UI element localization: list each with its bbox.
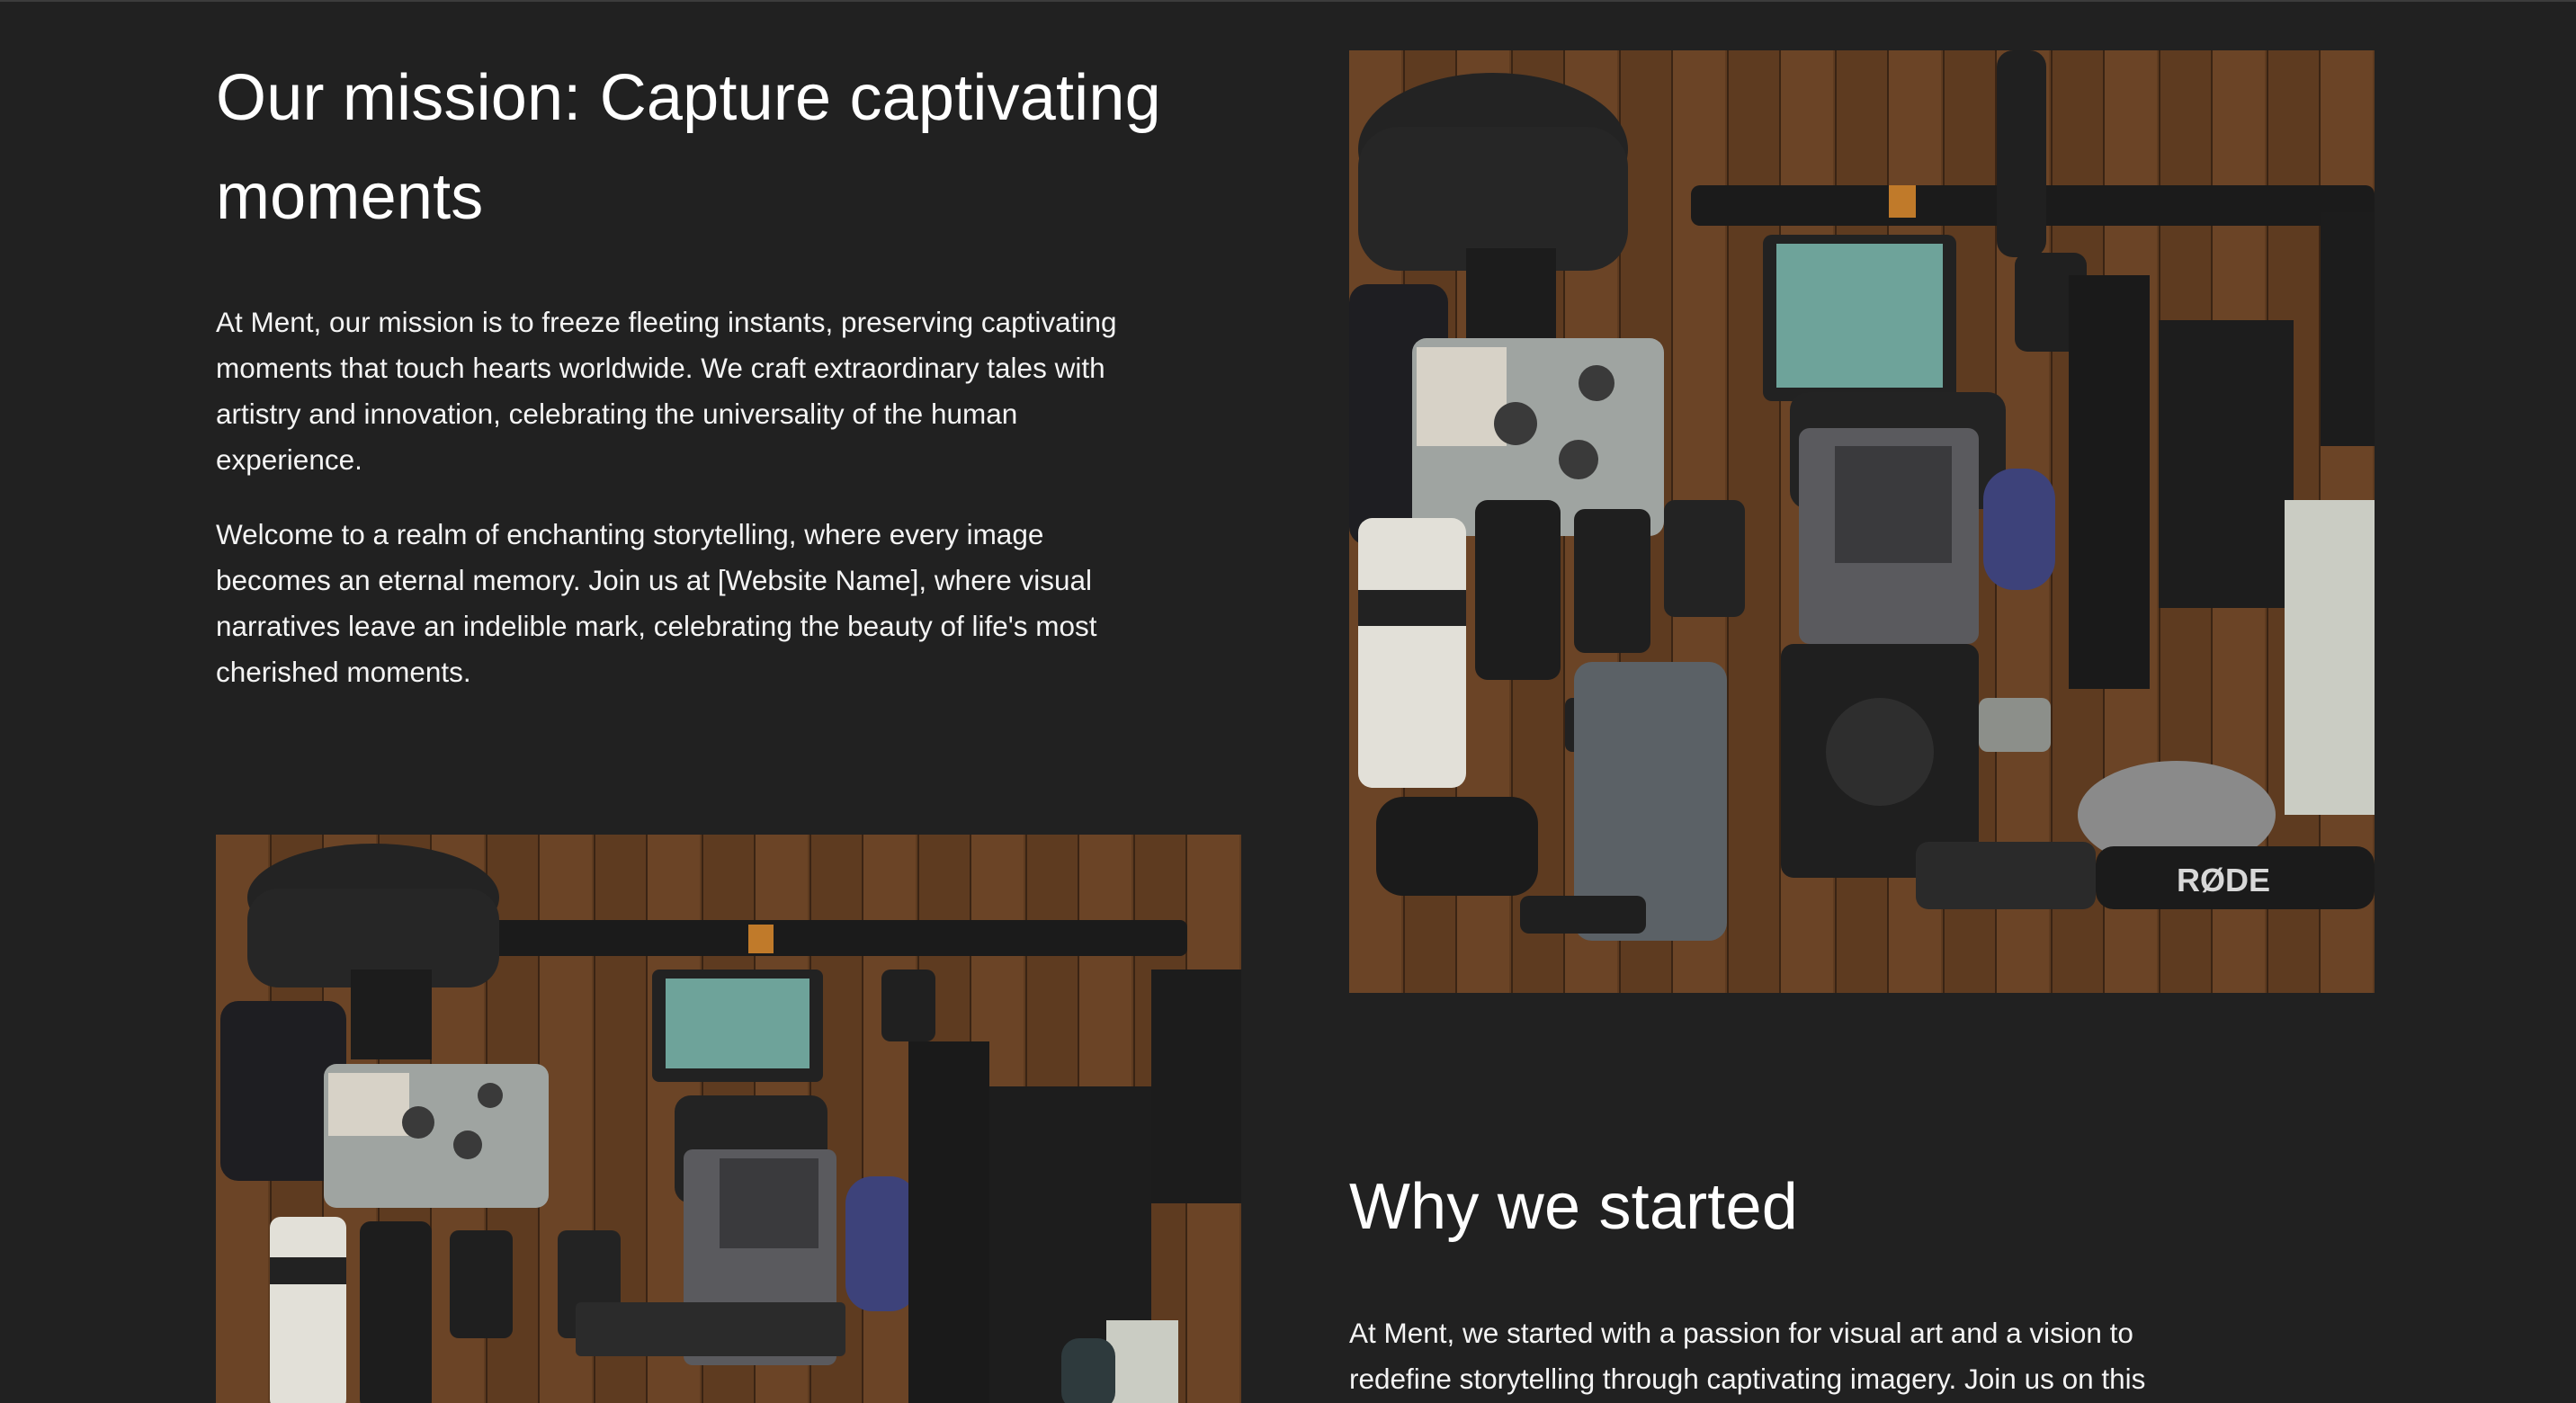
camera-gear-photo-left xyxy=(216,835,1241,1403)
rode-mic-label: RØDE xyxy=(2177,862,2270,898)
mission-heading: Our mission: Capture captivating moments xyxy=(216,62,1161,233)
why-paragraph-1: At Ment, we started with a passion for v… xyxy=(1349,1317,2146,1395)
camera-gear-illustration xyxy=(216,835,1241,1403)
why-heading: Why we started xyxy=(1349,1171,1798,1243)
camera-gear-illustration: RØDE xyxy=(1349,50,2375,993)
mission-paragraph-1: At Ment, our mission is to freeze fleeti… xyxy=(216,306,1117,476)
about-page: Our mission: Capture captivating moments… xyxy=(0,0,2576,1403)
mission-paragraph-2: Welcome to a realm of enchanting storyte… xyxy=(216,518,1097,688)
camera-gear-photo-right: RØDE xyxy=(1349,50,2375,993)
